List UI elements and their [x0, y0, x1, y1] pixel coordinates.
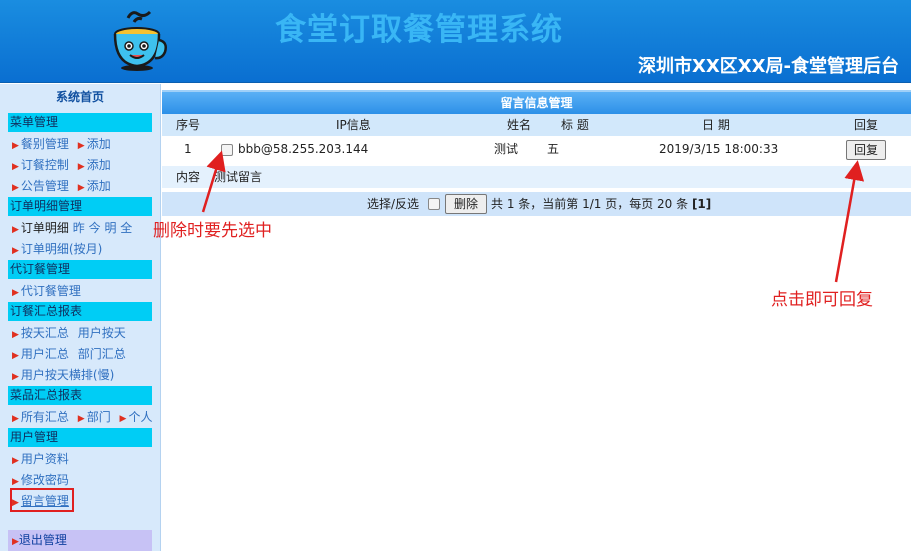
sidebar-item-proxy[interactable]: ▶ 代订餐管理 — [12, 283, 81, 301]
bullet-icon: ▶ — [12, 537, 19, 547]
content-label: 内容 — [176, 170, 201, 184]
row-index: 1 — [184, 142, 192, 156]
user-by-day-link[interactable]: 用户按天 — [78, 326, 126, 340]
day-tomorrow-link[interactable]: 明 — [104, 221, 116, 235]
col-ip: IP信息 — [336, 118, 371, 132]
bullet-icon: ▶ — [12, 372, 19, 382]
panel-title: 留言信息管理 — [162, 90, 911, 114]
sidebar-item-sum-by-day[interactable]: ▶ 按天汇总 用户按天 — [12, 325, 126, 343]
sidebar-group-order-detail[interactable]: 订单明细管理 — [8, 197, 152, 216]
pagination-info: 共 1 条，当前第 1/1 页，每页 20 条 [1] — [491, 197, 712, 211]
row-name: 测试 — [494, 142, 519, 156]
day-today-link[interactable]: 今 — [89, 221, 101, 235]
col-subject: 标 题 — [561, 118, 589, 132]
reply-hint-annotation: 点击即可回复 — [771, 290, 873, 310]
col-index: 序号 — [176, 118, 201, 132]
sidebar-home-link[interactable]: 系统首页 — [0, 88, 160, 105]
table-footer: 选择/反选 删除 共 1 条，当前第 1/1 页，每页 20 条 [1] — [162, 192, 911, 216]
bullet-icon: ▶ — [77, 414, 85, 424]
bullet-icon: ▶ — [12, 330, 19, 340]
message-content-row: 内容 测试留言 — [162, 166, 911, 188]
sidebar-item-user-info[interactable]: ▶ 用户资料 — [12, 451, 69, 469]
delete-hint-annotation: 删除时要先选中 — [153, 221, 272, 241]
select-all-label: 选择/反选 — [367, 197, 420, 211]
reply-button[interactable]: 回复 — [846, 140, 886, 160]
bullet-icon: ▶ — [119, 414, 127, 424]
system-title: 食堂订取餐管理系统 — [275, 12, 563, 48]
content-value: 测试留言 — [214, 170, 263, 184]
bullet-icon: ▶ — [12, 351, 19, 361]
organization-title: 深圳市XX区XX局-食堂管理后台 — [638, 56, 899, 77]
select-all-checkbox[interactable] — [428, 198, 440, 210]
row-date: 2019/3/15 18:00:33 — [659, 142, 779, 156]
table-row: 1 bbb@58.255.203.144 测试 五 2019/3/15 18:0… — [162, 136, 911, 162]
sidebar-item-order-detail-month[interactable]: ▶ 订单明细(按月) — [12, 241, 102, 259]
sidebar-item-order-control[interactable]: ▶ 订餐控制 ▶ 添加 — [12, 157, 111, 175]
dept-summary-link[interactable]: 部门 — [87, 410, 111, 424]
sidebar-item-user-by-day-horizontal[interactable]: ▶ 用户按天横排(慢) — [12, 367, 114, 385]
dept-sum-link[interactable]: 部门汇总 — [78, 347, 126, 361]
sidebar-item-user-sum[interactable]: ▶ 用户汇总 部门汇总 — [12, 346, 126, 364]
bullet-icon: ▶ — [12, 456, 19, 466]
bullet-icon: ▶ — [77, 183, 85, 193]
sidebar-group-dish[interactable]: 菜单管理 — [8, 113, 152, 132]
bullet-icon: ▶ — [12, 246, 19, 256]
day-all-link[interactable]: 全 — [120, 221, 132, 235]
sidebar-item-all-summary[interactable]: ▶ 所有汇总 ▶ 部门 ▶ 个人 — [12, 409, 152, 427]
row-subject: 五 — [547, 142, 560, 156]
delete-button[interactable]: 删除 — [445, 194, 487, 214]
day-yesterday-link[interactable]: 昨 — [73, 221, 85, 235]
bullet-icon: ▶ — [77, 162, 85, 172]
sidebar-group-proxy[interactable]: 代订餐管理 — [8, 260, 152, 279]
row-ip: bbb@58.255.203.144 — [238, 142, 369, 156]
bullet-icon: ▶ — [12, 477, 19, 487]
col-reply: 回复 — [854, 118, 879, 132]
row-select-checkbox[interactable] — [221, 144, 233, 156]
bullet-icon: ▶ — [77, 141, 85, 151]
bullet-icon: ▶ — [12, 183, 19, 193]
bullet-icon: ▶ — [12, 225, 19, 235]
sidebar-group-dish-summary[interactable]: 菜品汇总报表 — [8, 386, 152, 405]
col-name: 姓名 — [507, 118, 532, 132]
bullet-icon: ▶ — [12, 414, 19, 424]
sidebar-group-summary[interactable]: 订餐汇总报表 — [8, 302, 152, 321]
order-control-add-link[interactable]: 添加 — [87, 158, 111, 172]
app-header: 食堂订取餐管理系统 深圳市XX区XX局-食堂管理后台 — [0, 0, 911, 83]
bullet-icon: ▶ — [12, 162, 19, 172]
col-date: 日 期 — [702, 118, 730, 132]
cup-logo-icon — [113, 10, 167, 71]
sidebar-item-meal-type[interactable]: ▶ 餐别管理 ▶ 添加 — [12, 136, 111, 154]
bullet-icon: ▶ — [12, 141, 19, 151]
sidebar-group-user[interactable]: 用户管理 — [8, 428, 152, 447]
notice-add-link[interactable]: 添加 — [87, 179, 111, 193]
bullet-icon: ▶ — [12, 288, 19, 298]
logout-link[interactable]: ▶退出管理 — [8, 530, 152, 551]
meal-type-add-link[interactable]: 添加 — [87, 137, 111, 151]
message-mgmt-highlight — [10, 488, 74, 512]
sidebar-item-notice[interactable]: ▶ 公告管理 ▶ 添加 — [12, 178, 111, 196]
table-header: 序号 IP信息 姓名 标 题 日 期 回复 — [162, 114, 911, 136]
sidebar-item-order-detail[interactable]: ▶ 订单明细 昨 今 明 全 — [12, 220, 132, 238]
person-summary-link[interactable]: 个人 — [128, 410, 152, 424]
page-link-1[interactable]: [1] — [692, 197, 711, 211]
